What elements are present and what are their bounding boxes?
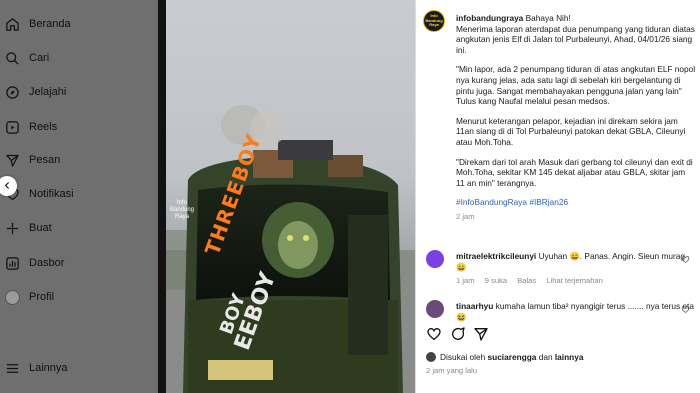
caption-paragraph: Menurut keterangan pelapor, kejadian ini… — [456, 115, 686, 147]
comment-username[interactable]: tinaarhyu — [456, 301, 493, 311]
post-username[interactable]: infobandungraya — [456, 13, 523, 23]
send-icon[interactable] — [473, 326, 491, 344]
post-comments-scroll[interactable]: Info Bandung Raya infobandungraya Bahaya… — [416, 0, 700, 326]
sidebar-item-profil[interactable]: Profil — [0, 284, 158, 310]
liked-by-others[interactable]: lainnya — [555, 352, 584, 362]
chevron-left-icon — [3, 177, 12, 195]
heart-icon[interactable] — [681, 255, 690, 267]
caption-paragraph: "Min lapor, ada 2 penumpang tiduran di a… — [456, 64, 696, 107]
sidebar-item-label: Notifikasi — [29, 188, 74, 200]
post-panel: Info Bandung Raya infobandungraya Bahaya… — [415, 0, 700, 393]
liked-by: Disukai oleh suciarengga dan lainnya — [426, 352, 583, 362]
heart-icon[interactable] — [426, 326, 444, 344]
comment-time: 1 jam — [456, 276, 475, 286]
comment-username[interactable]: mitraelektrikcileunyi — [456, 251, 536, 261]
caption-paragraph: "Direkam dari tol arah Masuk dari gerban… — [456, 156, 693, 188]
post-media[interactable]: Info Bandung Raya THREEBOY BOY EEBOY — [158, 0, 415, 393]
post-actions — [426, 326, 696, 348]
profile-icon — [4, 289, 20, 305]
media-watermark: Info Bandung Raya — [169, 200, 195, 220]
post-title: Bahaya Nih! — [525, 13, 571, 23]
avatar[interactable] — [426, 250, 444, 268]
reels-icon — [4, 119, 20, 135]
media-image — [158, 0, 415, 393]
sidebar-item-beranda[interactable]: Beranda — [0, 11, 158, 37]
sidebar-item-pesan[interactable]: Pesan — [0, 147, 158, 173]
liked-by-user[interactable]: suciarengga — [488, 352, 537, 362]
post-time: 2 jam — [456, 211, 475, 221]
dashboard-icon — [4, 255, 20, 271]
sidebar-item-jelajahi[interactable]: Jelajahi — [0, 79, 158, 105]
heart-icon[interactable] — [681, 305, 690, 317]
liked-by-prefix: Disukai oleh — [440, 352, 486, 362]
plus-icon — [4, 220, 20, 236]
post-hashtags[interactable]: #InfoBandungRaya #IBRjan26 — [456, 197, 696, 208]
post-author-avatar[interactable]: Info Bandung Raya — [423, 10, 445, 32]
send-icon — [4, 152, 20, 168]
reply-button[interactable]: Balas — [517, 276, 536, 285]
sidebar-nav: Beranda Cari Jelajahi Reels Pesan Notifi… — [0, 0, 158, 393]
sidebar-item-dasbor[interactable]: Dasbor — [0, 250, 158, 276]
sidebar-item-buat[interactable]: Buat — [0, 215, 158, 241]
sidebar-item-label: Beranda — [29, 18, 71, 30]
sidebar-item-cari[interactable]: Cari — [0, 45, 158, 71]
avatar-text: Info Bandung Raya — [425, 13, 443, 28]
translate-button[interactable]: Lihat terjemahan — [546, 276, 603, 285]
comment-likes[interactable]: 9 suka — [485, 276, 507, 285]
sidebar-item-label: Profil — [29, 291, 55, 303]
sidebar-item-reels[interactable]: Reels — [0, 114, 158, 140]
caption-paragraph: Menerima laporan aterdapat dua penumpang… — [456, 23, 695, 55]
sidebar-item-label: Buat — [29, 222, 52, 234]
search-icon — [4, 50, 20, 66]
post-caption: infobandungraya Bahaya Nih! Menerima lap… — [456, 13, 696, 223]
home-icon — [4, 16, 20, 32]
liked-by-and: dan — [538, 352, 553, 362]
avatar — [4, 289, 20, 305]
compass-icon — [4, 84, 20, 100]
sidebar-item-label: Dasbor — [29, 257, 65, 269]
sidebar-item-label: Cari — [29, 52, 50, 64]
sidebar-item-label: Reels — [29, 121, 58, 133]
sidebar-item-label: Jelajahi — [29, 86, 67, 98]
sidebar-item-notifikasi[interactable]: Notifikasi — [0, 181, 158, 207]
menu-icon — [4, 360, 20, 376]
sidebar-item-label: Lainnya — [29, 362, 68, 374]
sidebar-item-label: Pesan — [29, 154, 61, 166]
avatar[interactable] — [426, 352, 436, 362]
sidebar-item-lainnya[interactable]: Lainnya — [0, 355, 158, 381]
avatar[interactable] — [426, 300, 444, 318]
comment-icon[interactable] — [450, 326, 468, 344]
post-time-ago: 2 jam yang lalu — [426, 366, 478, 375]
